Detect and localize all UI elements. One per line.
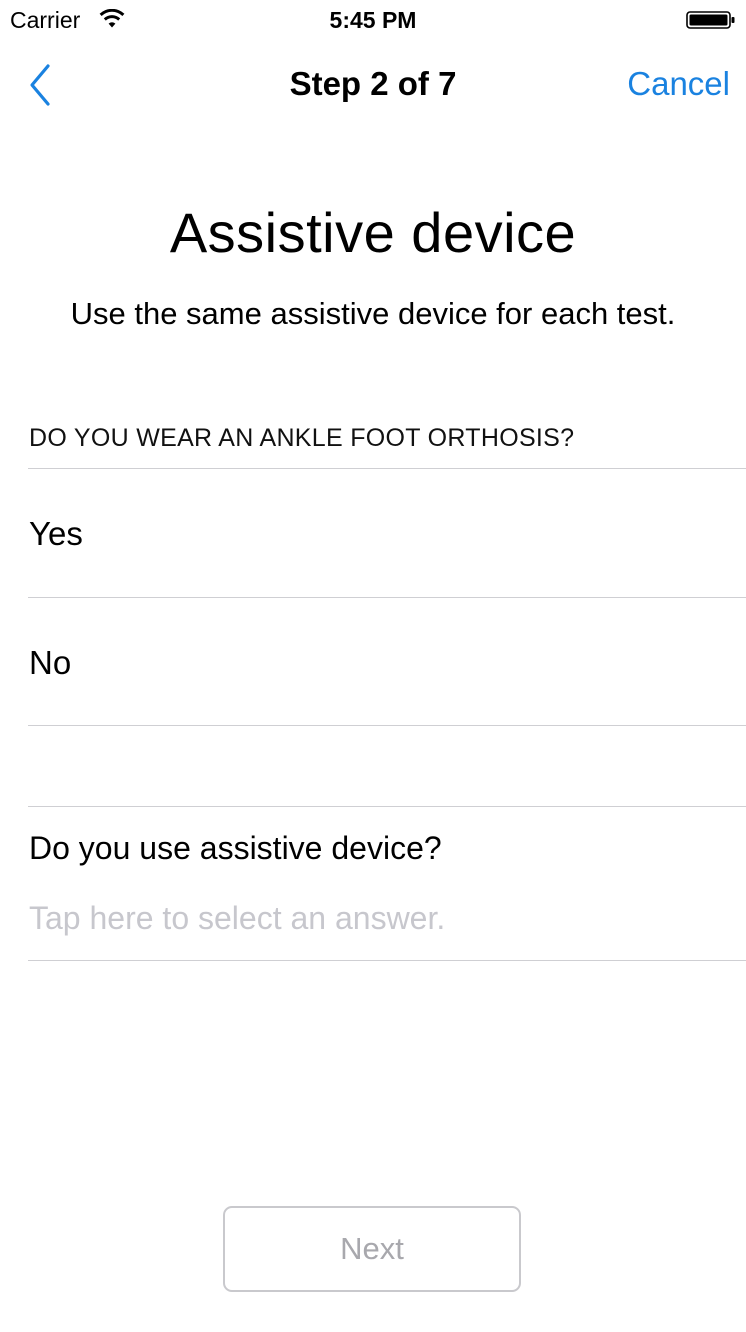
- battery-icon: [686, 11, 735, 29]
- clock: 5:45 PM: [329, 7, 417, 33]
- divider: [28, 806, 746, 807]
- option-no[interactable]: No: [0, 598, 746, 726]
- navigation-bar: Step 2 of 7 Cancel: [0, 40, 746, 128]
- device-answer-field[interactable]: Tap here to select an answer.: [0, 880, 746, 960]
- option-yes[interactable]: Yes: [0, 469, 746, 597]
- device-answer-placeholder: Tap here to select an answer.: [29, 900, 446, 936]
- status-bar: Carrier 5:45 PM: [0, 0, 746, 40]
- cancel-button[interactable]: Cancel: [627, 65, 730, 103]
- ankle-question-header: DO YOU WEAR AN ANKLE FOOT ORTHOSIS?: [29, 424, 575, 452]
- next-button[interactable]: Next: [223, 1206, 521, 1292]
- page-title: Assistive device: [169, 201, 577, 264]
- page-subtitle: Use the same assistive device for each t…: [70, 296, 676, 331]
- device-question-label: Do you use assistive device?: [29, 830, 442, 866]
- option-no-label: No: [29, 644, 72, 681]
- option-yes-label: Yes: [29, 515, 83, 552]
- divider: [28, 960, 746, 961]
- divider: [28, 725, 746, 726]
